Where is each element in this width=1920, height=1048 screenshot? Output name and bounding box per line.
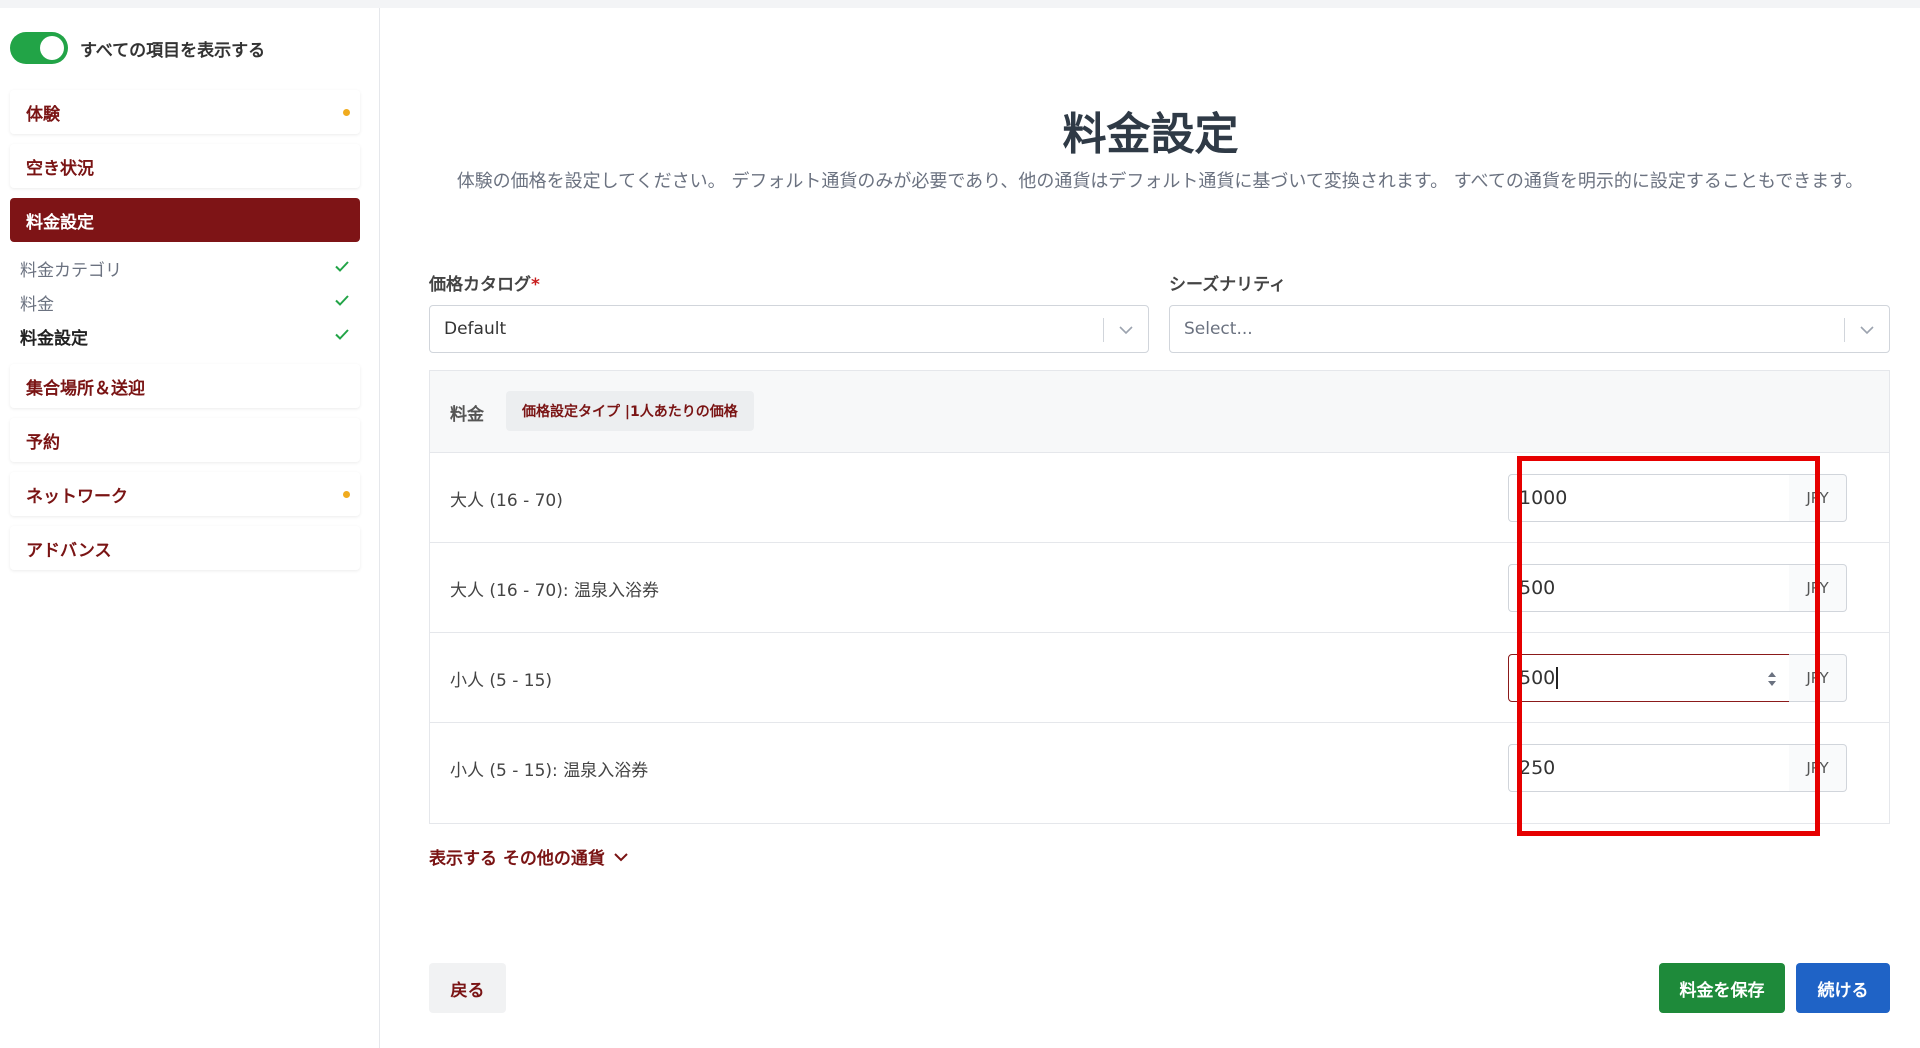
currency-addon: JPY xyxy=(1789,744,1847,792)
price-input[interactable]: 500 xyxy=(1508,654,1790,702)
show-other-currencies-label: 表示する その他の通貨 xyxy=(429,849,605,869)
price-input-value: 500 xyxy=(1519,577,1556,599)
spinner-arrows-icon[interactable] xyxy=(1767,669,1777,689)
seasonality-select[interactable]: Select... xyxy=(1169,305,1890,353)
sidebar-item-label: 集合場所＆送迎 xyxy=(26,378,145,399)
price-table-header: 料金 価格設定タイプ |1人あたりの価格 xyxy=(430,371,1889,453)
sidebar-subitem-pricing-settings[interactable]: 料金設定 xyxy=(20,322,350,350)
sidebar-subitem-price-categories[interactable]: 料金カテゴリ xyxy=(20,254,350,282)
price-row-label: 小人 (5 - 15) xyxy=(450,671,553,691)
sidebar-item-label: 体験 xyxy=(26,104,60,125)
price-input-value: 500 xyxy=(1519,667,1556,689)
sidebar-item-network[interactable]: ネットワーク xyxy=(10,472,360,516)
price-row-label: 大人 (16 - 70) xyxy=(450,491,563,511)
catalog-label: 価格カタログ* xyxy=(429,270,540,295)
seasonality-label: シーズナリティ xyxy=(1169,275,1287,295)
catalog-select[interactable]: Default xyxy=(429,305,1149,353)
price-input[interactable]: 250 xyxy=(1508,744,1790,792)
sidebar-item-pricing[interactable]: 料金設定 xyxy=(10,198,360,242)
back-button[interactable]: 戻る xyxy=(429,963,506,1013)
sidebar-item-label: ネットワーク xyxy=(26,486,128,507)
chevron-down-icon[interactable] xyxy=(1859,323,1875,337)
table-row: 小人 (5 - 15) 500 JPY xyxy=(430,633,1889,723)
check-icon xyxy=(335,329,349,340)
select-separator xyxy=(1844,318,1845,342)
page-title: 料金設定 xyxy=(1062,109,1239,160)
chevron-down-icon xyxy=(614,852,628,861)
price-input[interactable]: 500 xyxy=(1508,564,1790,612)
sidebar-subitem-label: 料金カテゴリ xyxy=(20,260,122,281)
sidebar-item-label: 空き状況 xyxy=(26,158,94,179)
currency-addon: JPY xyxy=(1789,564,1847,612)
show-all-toggle-label: すべての項目を表示する xyxy=(80,40,266,61)
sidebar-item-availability[interactable]: 空き状況 xyxy=(10,144,360,188)
table-row: 大人 (16 - 70) 1000 JPY xyxy=(430,453,1889,543)
price-table-header-label: 料金 xyxy=(450,405,484,425)
text-caret xyxy=(1556,667,1558,689)
catalog-label-text: 価格カタログ xyxy=(429,275,531,295)
show-all-toggle-row[interactable]: すべての項目を表示する xyxy=(10,32,265,64)
price-row-label: 小人 (5 - 15): 温泉入浴券 xyxy=(450,761,649,781)
top-bar xyxy=(0,0,1920,8)
table-row: 大人 (16 - 70): 温泉入浴券 500 JPY xyxy=(430,543,1889,633)
required-marker: * xyxy=(531,275,540,295)
save-prices-button[interactable]: 料金を保存 xyxy=(1659,963,1785,1013)
sidebar: すべての項目を表示する 体験 空き状況 料金設定 料金カテゴリ 料金 料金設定 … xyxy=(0,8,380,1048)
price-input[interactable]: 1000 xyxy=(1508,474,1790,522)
incomplete-dot-icon xyxy=(343,109,350,116)
price-input-value: 250 xyxy=(1519,757,1556,779)
sidebar-subitem-label: 料金 xyxy=(20,294,54,315)
seasonality-select-placeholder: Select... xyxy=(1184,319,1253,339)
price-table: 料金 価格設定タイプ |1人あたりの価格 大人 (16 - 70) 1000 J… xyxy=(429,370,1890,824)
main-content: 料金設定 体験の価格を設定してください。 デフォルト通貨のみが必要であり、他の通… xyxy=(381,8,1920,1048)
sidebar-item-meeting-point[interactable]: 集合場所＆送迎 xyxy=(10,364,360,408)
show-other-currencies-link[interactable]: 表示する その他の通貨 xyxy=(429,844,629,869)
page-description: 体験の価格を設定してください。 デフォルト通貨のみが必要であり、他の通貨はデフォ… xyxy=(456,171,1864,192)
currency-addon: JPY xyxy=(1789,474,1847,522)
show-all-toggle[interactable] xyxy=(10,32,68,64)
sidebar-item-label: 料金設定 xyxy=(26,212,94,233)
select-separator xyxy=(1103,318,1104,342)
sidebar-item-booking[interactable]: 予約 xyxy=(10,418,360,462)
catalog-select-value: Default xyxy=(444,319,507,339)
incomplete-dot-icon xyxy=(343,491,350,498)
sidebar-subitem-rates[interactable]: 料金 xyxy=(20,288,350,316)
toggle-knob xyxy=(40,36,64,60)
continue-button[interactable]: 続ける xyxy=(1796,963,1890,1013)
price-row-label: 大人 (16 - 70): 温泉入浴券 xyxy=(450,581,660,601)
sidebar-item-experience[interactable]: 体験 xyxy=(10,90,360,134)
sidebar-item-label: 予約 xyxy=(26,432,60,453)
currency-addon: JPY xyxy=(1789,654,1847,702)
pricing-type-badge: 価格設定タイプ |1人あたりの価格 xyxy=(506,391,754,431)
sidebar-item-label: アドバンス xyxy=(26,540,112,561)
sidebar-subitem-label: 料金設定 xyxy=(20,328,88,349)
sidebar-item-advanced[interactable]: アドバンス xyxy=(10,526,360,570)
table-row: 小人 (5 - 15): 温泉入浴券 250 JPY xyxy=(430,723,1889,813)
price-input-value: 1000 xyxy=(1519,487,1568,509)
check-icon xyxy=(335,295,349,306)
chevron-down-icon[interactable] xyxy=(1118,323,1134,337)
check-icon xyxy=(335,261,349,272)
